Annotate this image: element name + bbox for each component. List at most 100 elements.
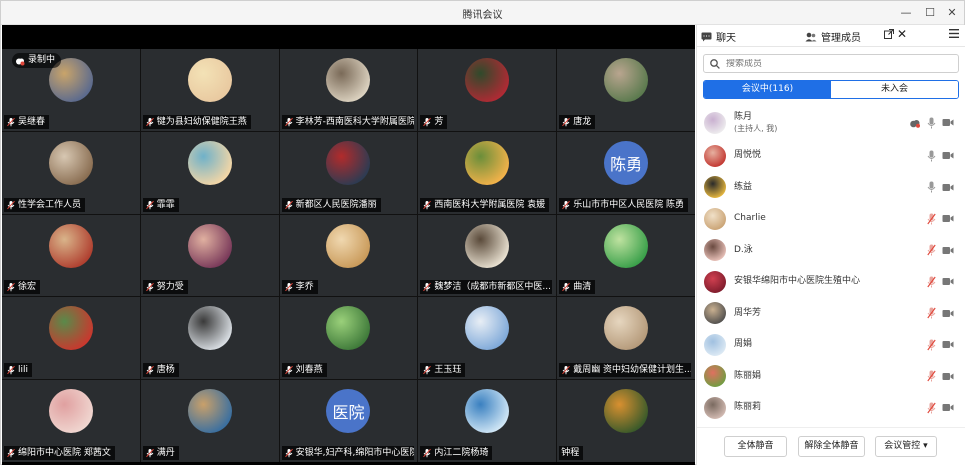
participant-avatar: [465, 58, 510, 102]
mic-icon[interactable]: [927, 181, 936, 193]
camera-icon[interactable]: [942, 340, 954, 349]
member-status-toggle: 会议中(116) 未入会: [703, 80, 959, 99]
video-tile[interactable]: 王玉珏: [418, 297, 557, 380]
title-bar: 腾讯会议 — ☐ ✕: [1, 1, 964, 25]
member-row[interactable]: 练益: [697, 172, 965, 204]
meeting-control-button[interactable]: 会议管控 ▾: [875, 436, 937, 457]
tab-members[interactable]: 管理成员: [805, 29, 861, 44]
mic-muted-icon[interactable]: [927, 276, 936, 288]
camera-icon[interactable]: [942, 277, 954, 286]
tab-in-meeting[interactable]: 会议中(116): [704, 81, 831, 98]
member-row[interactable]: D.泳: [697, 235, 965, 267]
mic-muted-icon[interactable]: [927, 307, 936, 319]
participant-nametag: 曲清: [559, 280, 596, 295]
recording-badge[interactable]: 录制中: [12, 53, 62, 68]
mic-muted-icon[interactable]: [927, 213, 936, 225]
video-tile[interactable]: 性学会工作人员: [2, 131, 140, 214]
video-tile[interactable]: 努力受: [140, 214, 279, 297]
menu-icon[interactable]: [949, 29, 959, 38]
member-status-icons: [927, 213, 954, 225]
member-name: 陈丽娟: [734, 370, 762, 381]
maximize-button[interactable]: ☐: [921, 5, 939, 21]
camera-icon[interactable]: [942, 309, 954, 318]
video-tile[interactable]: 西南医科大学附属医院 袁媛: [418, 131, 557, 214]
video-tile[interactable]: 霏霏: [140, 131, 279, 214]
member-name-block: Charlie: [734, 213, 766, 224]
mic-muted-icon[interactable]: [927, 339, 936, 351]
video-tile[interactable]: 曲清: [557, 214, 695, 297]
video-tile[interactable]: 陈勇 乐山市市中区人民医院 陈勇: [557, 131, 695, 214]
video-tile[interactable]: 犍为县妇幼保健院王燕: [140, 49, 279, 131]
member-row[interactable]: 安银华绵阳市中心医院生殖中心: [697, 266, 965, 298]
mic-icon: [145, 448, 154, 458]
mic-muted-icon[interactable]: [927, 370, 936, 382]
mic-muted-icon[interactable]: [927, 402, 936, 414]
camera-icon[interactable]: [942, 118, 954, 127]
video-tile[interactable]: 戴周幽 资中妇幼保健计划生...: [557, 297, 695, 380]
popout-icon[interactable]: [884, 29, 894, 39]
camera-icon[interactable]: [942, 214, 954, 223]
search-input[interactable]: [726, 58, 936, 69]
video-tile[interactable]: 魏梦洁（成都市新都区中医...: [418, 214, 557, 297]
video-tile[interactable]: 内江二院杨琦: [418, 380, 557, 462]
participant-name: 徐宏: [18, 282, 37, 293]
member-status-icons: [927, 181, 954, 193]
mic-icon[interactable]: [927, 150, 936, 162]
participant-avatar: [48, 140, 93, 185]
close-button[interactable]: ✕: [943, 5, 961, 21]
tab-members-label: 管理成员: [821, 33, 861, 44]
participant-name: 唐杨: [156, 365, 175, 376]
video-tile[interactable]: 绵阳市中心医院 郑茜文: [2, 380, 140, 462]
participant-avatar: [187, 223, 232, 268]
mic-icon: [7, 448, 15, 458]
participant-avatar: [465, 389, 510, 434]
video-tile[interactable]: 新都区人民医院潘丽: [279, 131, 418, 214]
mic-icon[interactable]: [927, 117, 936, 129]
member-avatar: [704, 365, 726, 388]
member-status-icons: [927, 150, 954, 162]
camera-icon[interactable]: [942, 246, 954, 255]
video-tile[interactable]: 李乔: [279, 214, 418, 297]
member-row[interactable]: Charlie: [697, 203, 965, 235]
camera-icon[interactable]: [942, 151, 954, 160]
member-name-block: D.泳: [734, 245, 753, 256]
video-tile[interactable]: 徐宏: [2, 214, 140, 297]
member-search[interactable]: [703, 54, 959, 73]
member-name: D.泳: [734, 244, 753, 255]
participant-name: 犍为县妇幼保健院王燕: [156, 116, 247, 127]
tab-chat[interactable]: 聊天: [701, 29, 736, 44]
member-row[interactable]: 陈丽莉: [697, 392, 965, 424]
video-tile[interactable]: 刘春燕: [279, 297, 418, 380]
participant-avatar: [326, 140, 371, 185]
video-tile[interactable]: 钟程: [557, 380, 695, 462]
member-row[interactable]: 周悦悦: [697, 140, 965, 172]
participant-avatar: [465, 140, 510, 185]
member-row[interactable]: 陈月 (主持人, 我): [697, 105, 965, 140]
camera-icon[interactable]: [942, 372, 954, 381]
participant-name: 西南医科大学附属医院 袁媛: [434, 199, 546, 210]
member-row[interactable]: 陈丽娟: [697, 361, 965, 393]
unmute-all-button[interactable]: 解除全体静音: [798, 436, 865, 457]
panel-close-icon[interactable]: ✕: [897, 27, 907, 41]
video-tile[interactable]: 芳: [418, 49, 557, 131]
camera-icon[interactable]: [942, 403, 954, 412]
mute-all-button[interactable]: 全体静音: [724, 436, 787, 457]
member-avatar: [704, 333, 726, 356]
participant-avatar: [48, 223, 93, 268]
video-tile[interactable]: 满丹: [140, 380, 279, 462]
video-tile[interactable]: 唐杨: [140, 297, 279, 380]
member-row[interactable]: 周娟: [697, 329, 965, 361]
video-tile[interactable]: 李林芳-西南医科大学附属医院: [279, 49, 418, 131]
member-row[interactable]: 周华芳: [697, 298, 965, 330]
video-tile[interactable]: lili: [2, 297, 140, 380]
member-role: (主持人, 我): [734, 123, 778, 133]
video-tile[interactable]: 医院 安银华,妇产科,绵阳市中心医院: [279, 380, 418, 462]
participant-nametag: 努力受: [142, 280, 188, 295]
video-area: 吴继春 犍为县妇幼保健院王燕 李林芳-西南医科大学附属医院 芳 唐龙 性学会工作人员 霏霏 新…: [2, 25, 695, 465]
tab-not-joined[interactable]: 未入会: [831, 81, 958, 98]
mic-muted-icon[interactable]: [927, 244, 936, 256]
minimize-button[interactable]: —: [897, 5, 915, 21]
camera-icon[interactable]: [942, 183, 954, 192]
participant-nametag: 李林芳-西南医科大学附属医院: [281, 114, 414, 129]
video-tile[interactable]: 唐龙: [557, 49, 695, 131]
